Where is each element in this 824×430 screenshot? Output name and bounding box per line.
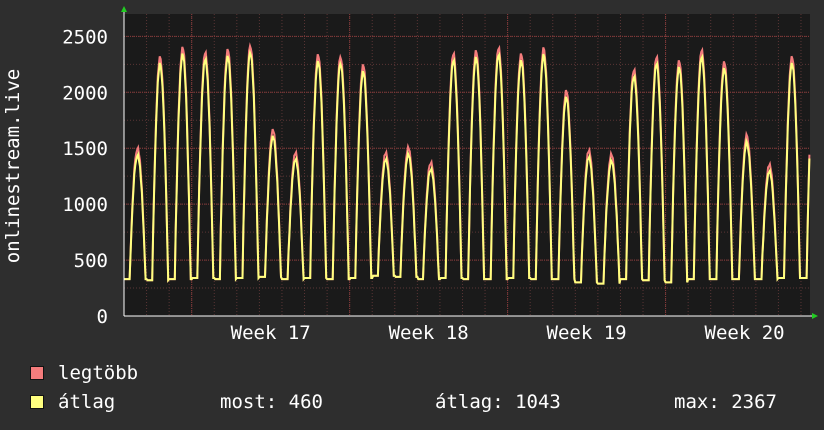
y-tick-label: 2500 xyxy=(62,26,108,48)
x-tick-label: Week 17 xyxy=(231,322,311,344)
legend-item-max: legtöbb xyxy=(30,362,138,384)
y-tick-label: 1000 xyxy=(62,194,108,216)
y-tick-label: 0 xyxy=(97,306,108,328)
average-value: átlag: 1043 xyxy=(435,391,561,413)
y-tick-label: 500 xyxy=(74,250,108,272)
chart-container: 0 500 1000 1500 2000 2500 Week 17 Week 18 Week 1… xyxy=(0,0,824,430)
y-tick-label: 1500 xyxy=(62,138,108,160)
current-value: most: 460 xyxy=(220,391,323,413)
max-value: max: 2367 xyxy=(674,391,777,413)
avg-color-swatch xyxy=(30,395,44,409)
y-tick-label: 2000 xyxy=(62,82,108,104)
legend-item-avg: átlag xyxy=(30,391,115,413)
x-tick-label: Week 19 xyxy=(547,322,627,344)
x-tick-label: Week 18 xyxy=(389,322,469,344)
max-series-label: legtöbb xyxy=(58,362,139,384)
x-axis-arrow xyxy=(812,313,818,319)
y-axis-arrow xyxy=(121,6,127,12)
x-tick-label: Week 20 xyxy=(705,322,785,344)
y-axis-label: onlinestream.live xyxy=(2,69,24,263)
line-chart: 0 500 1000 1500 2000 2500 Week 17 Week 18 Week 1… xyxy=(2,6,818,344)
max-color-swatch xyxy=(30,366,44,380)
avg-series-label: átlag xyxy=(58,391,116,413)
